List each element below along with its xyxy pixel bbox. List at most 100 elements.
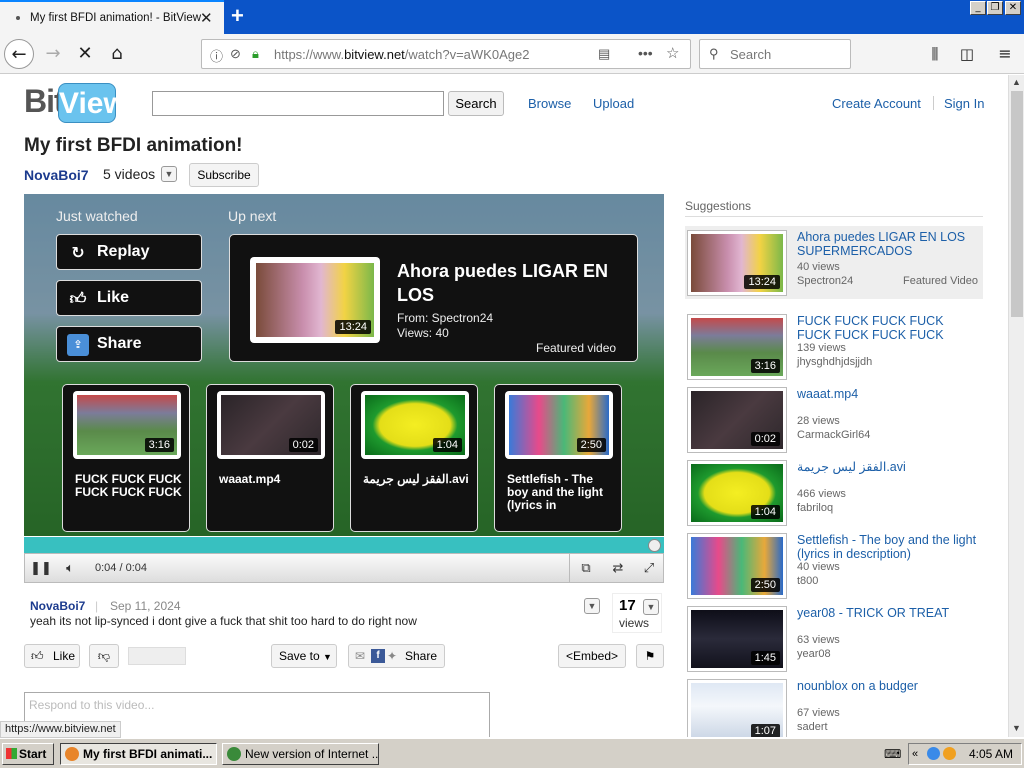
- progress-handle[interactable]: [648, 539, 661, 552]
- volume-icon[interactable]: 🔈︎: [57, 558, 83, 580]
- suggestion-thumbnail[interactable]: 13:24: [687, 230, 787, 296]
- suggestion-title[interactable]: الفقز ليس جريمة.avi: [797, 460, 977, 474]
- library-icon[interactable]: ⫼: [920, 39, 950, 69]
- suggestion-item[interactable]: 13:24 Ahora puedes LIGAR EN LOS SUPERMER…: [685, 226, 983, 299]
- browser-search-bar[interactable]: ⚲ Search: [699, 39, 851, 69]
- uploader-link[interactable]: NovaBoi7: [24, 167, 89, 183]
- description-user[interactable]: NovaBoi7: [30, 599, 85, 613]
- related-video-card[interactable]: 2:50 Settlefish - The boy and the light …: [494, 384, 622, 532]
- close-window-icon[interactable]: ✕: [1005, 1, 1021, 15]
- related-video-card[interactable]: 0:02 waaat.mp4: [206, 384, 334, 532]
- clock[interactable]: 4:05 AM: [969, 744, 1013, 764]
- suggestion-thumbnail[interactable]: 1:07: [687, 679, 787, 737]
- save-to-button[interactable]: Save to ▼: [271, 644, 337, 668]
- site-search-input[interactable]: [152, 91, 444, 116]
- pause-icon[interactable]: ❚❚: [28, 558, 54, 580]
- embed-button[interactable]: <Embed>: [558, 644, 626, 668]
- suggestion-item[interactable]: 1:04 الفقز ليس جريمة.avi 466 views fabri…: [685, 456, 983, 529]
- suggestion-item[interactable]: 2:50 Settlefish - The boy and the light …: [685, 529, 983, 602]
- expand-tray-icon[interactable]: «: [912, 744, 918, 764]
- browse-link[interactable]: Browse: [528, 96, 571, 111]
- related-video-card[interactable]: 3:16 FUCK FUCK FUCK FUCK FUCK FUCK: [62, 384, 190, 532]
- site-search-button[interactable]: Search: [448, 91, 504, 116]
- suggestion-thumbnail[interactable]: 2:50: [687, 533, 787, 599]
- suggestion-thumbnail[interactable]: 0:02: [687, 387, 787, 453]
- up-next-thumbnail[interactable]: 13:24: [250, 257, 380, 343]
- suggestion-thumbnail[interactable]: 1:04: [687, 460, 787, 526]
- scroll-down-icon[interactable]: ▼: [1012, 723, 1021, 733]
- suggestion-item[interactable]: 0:02 waaat.mp4 28 views CarmackGirl64: [685, 383, 983, 456]
- replay-button[interactable]: ↻ Replay: [56, 234, 202, 270]
- stop-icon[interactable]: ✕: [70, 39, 100, 69]
- reader-view-icon[interactable]: ▤: [598, 46, 610, 62]
- page-actions-icon[interactable]: •••: [638, 45, 653, 61]
- back-icon[interactable]: ←: [4, 39, 34, 69]
- suggestion-title[interactable]: nounblox on a budger: [797, 679, 977, 693]
- new-tab-icon[interactable]: +: [231, 3, 244, 29]
- restore-icon[interactable]: ❐: [987, 1, 1003, 15]
- suggestion-title[interactable]: Ahora puedes LIGAR EN LOS SUPERMERCADOS: [797, 230, 977, 258]
- browser-tab[interactable]: My first BFDI animation! - BitView ✕: [0, 0, 224, 34]
- url-bar[interactable]: ⓘ ⊘ 🔒︎ https://www.bitview.net/watch?v=a…: [201, 39, 691, 69]
- start-label: Start: [19, 747, 47, 761]
- like-video-button[interactable]: 👍︎ Like: [24, 644, 80, 668]
- keyboard-icon[interactable]: ⌨: [884, 747, 901, 761]
- suggestion-thumbnail[interactable]: 1:45: [687, 606, 787, 672]
- suggestion-user[interactable]: fabriloq: [797, 502, 833, 514]
- menu-icon[interactable]: ≡: [990, 39, 1020, 69]
- taskbar-item-firefox[interactable]: My first BFDI animati...: [60, 743, 217, 765]
- suggestion-thumbnail[interactable]: 3:16: [687, 314, 787, 380]
- loop-icon[interactable]: ⇄: [605, 558, 631, 580]
- dislike-button[interactable]: 👎︎: [89, 644, 119, 668]
- logo-view[interactable]: View: [58, 83, 127, 123]
- upload-link[interactable]: Upload: [593, 96, 634, 111]
- like-button[interactable]: 👍︎ Like: [56, 280, 202, 316]
- taskbar-item-internet[interactable]: New version of Internet ...: [222, 743, 379, 765]
- progress-bar[interactable]: [24, 537, 664, 553]
- up-next-title[interactable]: Ahora puedes LIGAR EN LOS: [397, 259, 627, 307]
- suggestion-item[interactable]: 3:16 FUCK FUCK FUCK FUCK FUCK FUCK FUCK …: [685, 310, 983, 383]
- duration-badge: 1:07: [750, 724, 780, 737]
- sidebar-icon[interactable]: ◫: [952, 39, 982, 69]
- popout-icon[interactable]: ⧉: [573, 558, 599, 580]
- video-player[interactable]: Just watched Up next ↻ Replay 👍︎ Like ⇪ …: [24, 194, 664, 536]
- info-icon[interactable]: ⓘ: [210, 46, 223, 65]
- views-chevron-icon[interactable]: ▼: [643, 599, 659, 615]
- suggestion-title[interactable]: year08 - TRICK OR TREAT: [797, 606, 977, 620]
- suggestion-title[interactable]: FUCK FUCK FUCK FUCK FUCK FUCK FUCK FUCK: [797, 314, 977, 342]
- suggestion-user[interactable]: Spectron24: [797, 275, 853, 287]
- update-icon[interactable]: [943, 747, 956, 760]
- vertical-scrollbar[interactable]: ▲ ▼: [1008, 75, 1024, 737]
- network-icon[interactable]: [927, 747, 940, 760]
- expand-description-icon[interactable]: ▼: [584, 598, 600, 614]
- suggestion-user[interactable]: CarmackGirl64: [797, 429, 870, 441]
- subscribe-button[interactable]: Subscribe: [189, 163, 259, 187]
- bookmark-star-icon[interactable]: ☆: [666, 44, 679, 62]
- suggestion-title[interactable]: Settlefish - The boy and the light (lyri…: [797, 533, 977, 561]
- close-tab-icon[interactable]: ✕: [200, 9, 213, 27]
- suggestion-user[interactable]: year08: [797, 648, 831, 660]
- up-next-card[interactable]: 13:24 Ahora puedes LIGAR EN LOS From: Sp…: [229, 234, 638, 362]
- flag-button[interactable]: ⚑: [636, 644, 664, 668]
- autoplay-blocked-icon[interactable]: ⊘: [230, 46, 241, 62]
- suggestion-item[interactable]: 1:07 nounblox on a budger 67 views sader…: [685, 675, 983, 737]
- start-button[interactable]: Start: [2, 743, 54, 765]
- suggestion-title[interactable]: waaat.mp4: [797, 387, 977, 401]
- forward-icon[interactable]: →: [38, 39, 68, 69]
- minimize-icon[interactable]: _: [970, 1, 986, 15]
- suggestion-user[interactable]: t800: [797, 575, 818, 587]
- sign-in-link[interactable]: Sign In: [944, 96, 984, 111]
- home-icon[interactable]: ⌂: [102, 39, 132, 69]
- scrollbar-thumb[interactable]: [1011, 91, 1023, 317]
- suggestion-item[interactable]: 1:45 year08 - TRICK OR TREAT 63 views ye…: [685, 602, 983, 675]
- fullscreen-icon[interactable]: ⤢: [636, 558, 662, 580]
- create-account-link[interactable]: Create Account: [832, 96, 921, 111]
- suggestion-user[interactable]: jhysghdhjdsjjdh: [797, 356, 872, 368]
- lock-icon[interactable]: 🔒︎: [252, 46, 259, 62]
- suggestion-user[interactable]: sadert: [797, 721, 828, 733]
- scroll-up-icon[interactable]: ▲: [1012, 77, 1021, 87]
- related-video-card[interactable]: 1:04 الفقز ليس جريمة.avi: [350, 384, 478, 532]
- chevron-down-icon[interactable]: ▼: [161, 166, 177, 182]
- share-video-button[interactable]: ✉ f ✦ Share: [348, 644, 445, 668]
- share-button[interactable]: ⇪ Share: [56, 326, 202, 362]
